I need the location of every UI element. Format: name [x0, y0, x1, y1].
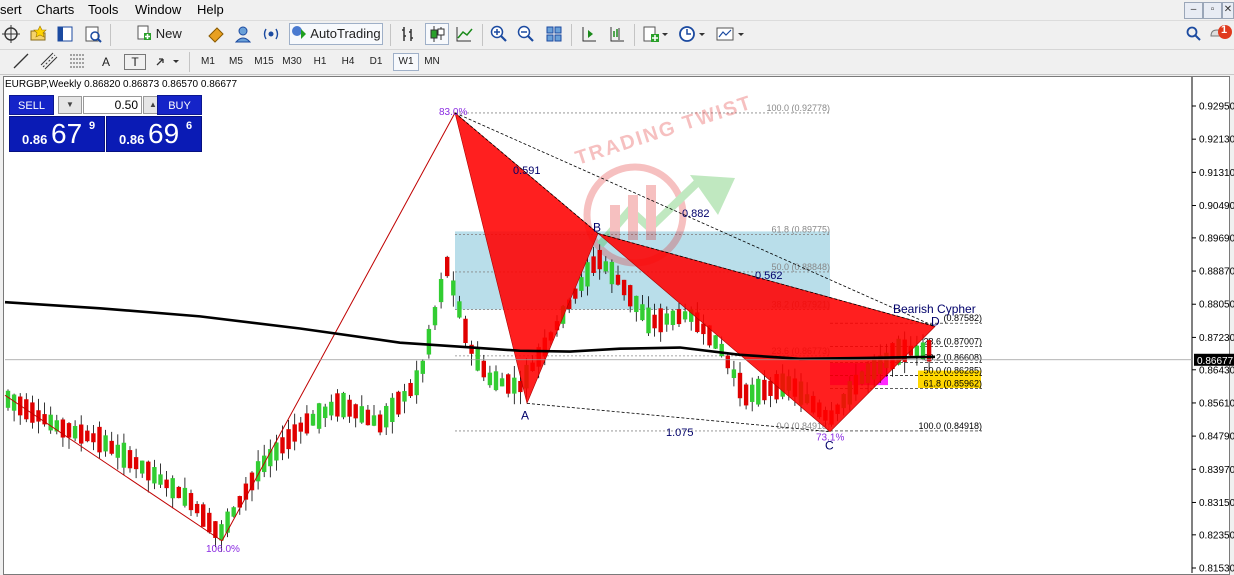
- buy-button[interactable]: BUY: [157, 95, 202, 115]
- profiles-icon[interactable]: [27, 24, 49, 46]
- tile-windows-icon[interactable]: [543, 24, 565, 46]
- lot-size-input[interactable]: [83, 96, 142, 114]
- candlestick-chart-icon[interactable]: [425, 23, 449, 45]
- sell-price-fraction: 9: [89, 120, 96, 132]
- sell-button[interactable]: SELL: [9, 95, 54, 115]
- history-center-icon[interactable]: [205, 24, 227, 46]
- arrows-dropdown[interactable]: [153, 51, 183, 73]
- new-order-button[interactable]: New Order: [118, 23, 200, 63]
- community-icon[interactable]: [232, 24, 254, 46]
- trend-line-icon[interactable]: [10, 51, 32, 73]
- minimize-button[interactable]: –: [1184, 2, 1203, 19]
- periods-dropdown[interactable]: [676, 24, 708, 46]
- search-icon[interactable]: [1183, 24, 1205, 46]
- menu-window[interactable]: Window: [135, 2, 181, 17]
- standard-toolbar: New Order AutoTrading: [0, 21, 1234, 63]
- autotrading-label: AutoTrading: [310, 26, 381, 41]
- signals-icon[interactable]: [260, 24, 282, 46]
- templates-dropdown[interactable]: [713, 24, 747, 46]
- channel-icon[interactable]: [38, 51, 60, 73]
- lot-decrease-button[interactable]: ▼: [58, 96, 82, 114]
- text-label-tool[interactable]: A: [96, 51, 116, 73]
- timeframe-h1[interactable]: H1: [308, 53, 332, 71]
- sell-price-prefix: 0.86: [22, 132, 48, 147]
- close-button[interactable]: ✕: [1222, 2, 1234, 19]
- buy-price-box[interactable]: 0.86 69 6: [106, 116, 202, 152]
- timeframe-d1[interactable]: D1: [364, 53, 388, 71]
- buy-price-fraction: 6: [186, 120, 193, 132]
- zoom-out-icon[interactable]: [515, 24, 537, 46]
- timeframe-m30[interactable]: M30: [280, 53, 304, 71]
- menu-help[interactable]: Help: [197, 2, 224, 17]
- menu-bar: sert Charts Tools Window Help – ▫ ✕: [0, 0, 1234, 21]
- one-click-trading-panel: SELL ▼ ▲ BUY 0.86 67 9 0.86 69 6: [9, 95, 202, 152]
- chart-title: EURGBP,Weekly 0.86820 0.86873 0.86570 0.…: [5, 79, 238, 90]
- timeframe-w1[interactable]: W1: [393, 53, 419, 71]
- timeframe-m5[interactable]: M5: [224, 53, 248, 71]
- separator: [390, 24, 391, 46]
- navigator-icon[interactable]: [82, 24, 104, 46]
- separator: [189, 52, 190, 72]
- separator: [110, 24, 111, 46]
- separator: [571, 24, 572, 46]
- timeframe-mn[interactable]: MN: [420, 53, 444, 71]
- buy-price-prefix: 0.86: [119, 132, 145, 147]
- zoom-in-icon[interactable]: [488, 24, 510, 46]
- sell-price-box[interactable]: 0.86 67 9: [9, 116, 105, 152]
- menu-charts[interactable]: Charts: [36, 2, 74, 17]
- bar-chart-icon[interactable]: [398, 24, 420, 46]
- text-box-tool[interactable]: T: [124, 54, 146, 70]
- auto-scroll-icon[interactable]: [578, 24, 600, 46]
- line-chart-icon[interactable]: [453, 24, 475, 46]
- drawing-toolbar: A T M1 M5 M15 M30 H1 H4 D1 W1 MN: [0, 50, 1234, 75]
- buy-price-pips: 69: [148, 118, 180, 149]
- timeframe-h4[interactable]: H4: [336, 53, 360, 71]
- timeframe-m1[interactable]: M1: [196, 53, 220, 71]
- chart-shift-icon[interactable]: [606, 24, 628, 46]
- separator: [634, 24, 635, 46]
- indicators-dropdown[interactable]: [640, 24, 670, 46]
- separator: [482, 24, 483, 46]
- timeframe-m15[interactable]: M15: [252, 53, 276, 71]
- sell-price-pips: 67: [51, 118, 83, 149]
- autotrading-button[interactable]: AutoTrading: [289, 23, 383, 45]
- fibonacci-icon[interactable]: [66, 51, 88, 73]
- crosshair-icon[interactable]: [0, 24, 22, 46]
- menu-tools[interactable]: Tools: [88, 2, 118, 17]
- notification-count: 1: [1221, 24, 1228, 36]
- notifications-icon[interactable]: 1: [1209, 24, 1233, 46]
- restore-button[interactable]: ▫: [1203, 2, 1222, 19]
- menu-insert[interactable]: sert: [0, 2, 22, 17]
- market-watch-icon[interactable]: [54, 24, 76, 46]
